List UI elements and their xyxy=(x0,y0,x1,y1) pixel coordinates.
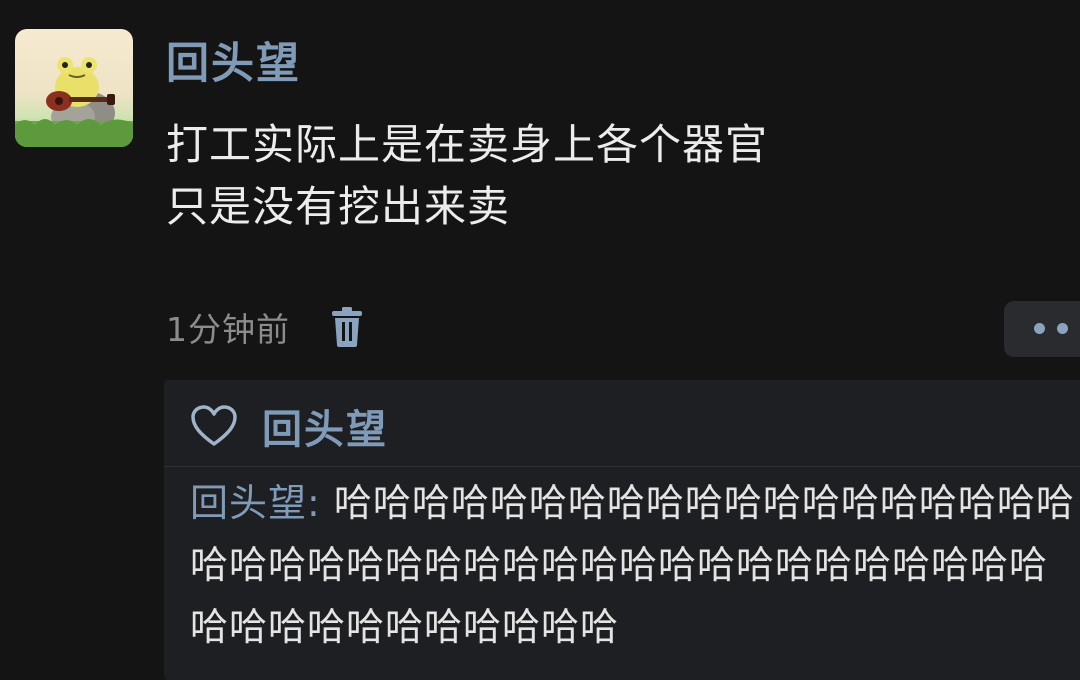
comment-text: 哈哈哈哈哈哈哈哈哈哈哈哈哈哈哈哈哈哈哈哈哈哈哈哈哈哈哈哈哈哈哈哈哈哈哈哈哈哈哈哈… xyxy=(190,481,1075,649)
post-meta-row: 1分钟前 xyxy=(166,302,364,352)
frog-guitar-avatar-image xyxy=(15,57,133,147)
like-user-name[interactable]: 回头望 xyxy=(262,397,388,455)
more-dots-icon xyxy=(1057,323,1068,334)
more-dots-icon xyxy=(1034,323,1045,334)
avatar[interactable] xyxy=(15,29,133,147)
divider xyxy=(164,466,1080,467)
post-body-line: 打工实际上是在卖身上各个器官 xyxy=(166,120,769,169)
trash-icon[interactable] xyxy=(330,307,364,347)
post-body-line: 只是没有挖出来卖 xyxy=(166,182,511,231)
comment-item[interactable]: 回头望: 哈哈哈哈哈哈哈哈哈哈哈哈哈哈哈哈哈哈哈哈哈哈哈哈哈哈哈哈哈哈哈哈哈哈哈… xyxy=(190,472,1080,658)
interaction-panel: 回头望 回头望: 哈哈哈哈哈哈哈哈哈哈哈哈哈哈哈哈哈哈哈哈哈哈哈哈哈哈哈哈哈哈哈… xyxy=(164,380,1080,680)
post-author-name[interactable]: 回头望 xyxy=(166,38,301,90)
heart-icon xyxy=(190,404,238,448)
post-body-text: 打工实际上是在卖身上各个器官 只是没有挖出来卖 xyxy=(166,114,768,238)
moment-post: 回头望 打工实际上是在卖身上各个器官 只是没有挖出来卖 1分钟前 回头望 回头望… xyxy=(0,0,1080,680)
post-timestamp: 1分钟前 xyxy=(166,310,290,349)
more-options-button[interactable] xyxy=(1004,301,1080,357)
comment-author-name[interactable]: 回头望: xyxy=(190,481,321,525)
likes-row: 回头望 xyxy=(190,398,388,454)
